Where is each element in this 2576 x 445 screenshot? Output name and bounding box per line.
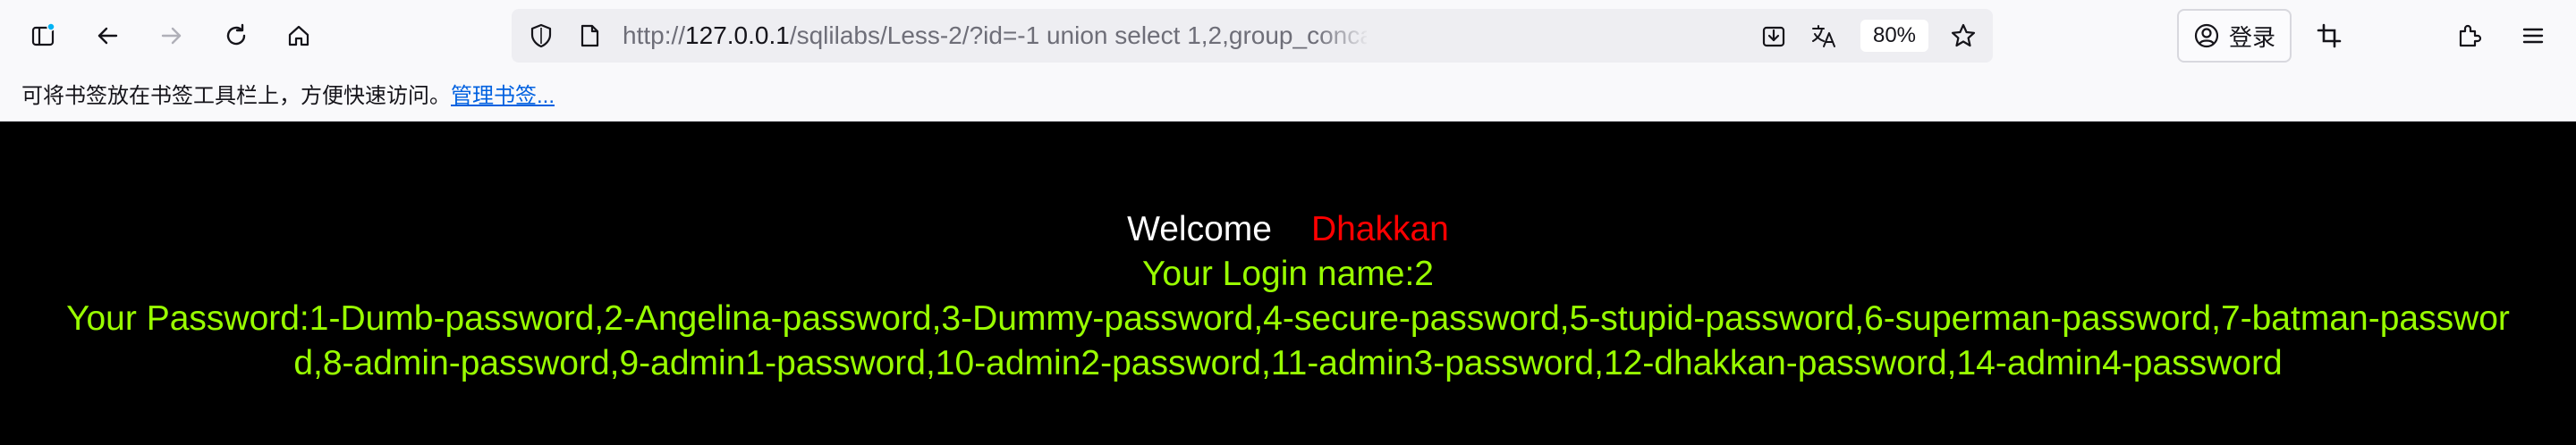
password-text: Your Password:1-Dumb-password,2-Angelina… [66, 299, 2510, 382]
url-path: /sqlilabs/Less-2/?id=-1 union select 1,2… [789, 21, 1367, 49]
url-prefix: http:// [623, 21, 686, 49]
translate-icon[interactable] [1810, 22, 1837, 49]
url-text[interactable]: http://127.0.0.1/sqlilabs/Less-2/?id=-1 … [623, 9, 1367, 63]
welcome-line: Welcome Dhakkan [0, 207, 2576, 252]
crop-screenshot-icon[interactable] [2309, 16, 2349, 55]
home-icon[interactable] [279, 16, 318, 55]
reload-icon[interactable] [216, 16, 256, 55]
bookmarks-hint-text: 可将书签放在书签工具栏上，方便快速访问。 [21, 84, 451, 108]
bookmarks-hint: 可将书签放在书签工具栏上，方便快速访问。管理书签... [21, 71, 555, 122]
page-content: Welcome Dhakkan Your Login name:2 Your Pa… [0, 122, 2576, 445]
welcome-text: Welcome [1127, 210, 1272, 248]
login-name-text: Your Login name:2 [1142, 255, 1434, 293]
extensions-icon[interactable] [2449, 16, 2488, 55]
zoom-level-badge[interactable]: 80% [1860, 20, 1928, 52]
username-text: Dhakkan [1310, 210, 1449, 248]
account-login-button[interactable]: 登录 [2177, 9, 2292, 63]
url-fade [1317, 9, 1370, 63]
menu-icon[interactable] [2513, 16, 2553, 55]
shield-icon[interactable] [528, 22, 555, 49]
page-icon[interactable] [576, 22, 603, 49]
login-label: 登录 [2228, 23, 2275, 51]
bookmark-star-icon[interactable] [1950, 22, 1977, 49]
url-host: 127.0.0.1 [685, 21, 790, 49]
manage-bookmarks-link[interactable]: 管理书签... [451, 84, 555, 108]
browser-toolbar: http://127.0.0.1/sqlilabs/Less-2/?id=-1 … [0, 0, 2576, 71]
address-bar[interactable]: http://127.0.0.1/sqlilabs/Less-2/?id=-1 … [512, 9, 1993, 63]
download-page-icon[interactable] [1760, 22, 1787, 49]
sidebar-icon[interactable] [23, 16, 63, 55]
browser-window: http://127.0.0.1/sqlilabs/Less-2/?id=-1 … [0, 0, 2576, 445]
back-icon[interactable] [88, 16, 127, 55]
forward-icon[interactable] [152, 16, 191, 55]
account-icon [2194, 23, 2219, 48]
bookmarks-toolbar: 可将书签放在书签工具栏上，方便快速访问。管理书签... [0, 71, 2576, 122]
